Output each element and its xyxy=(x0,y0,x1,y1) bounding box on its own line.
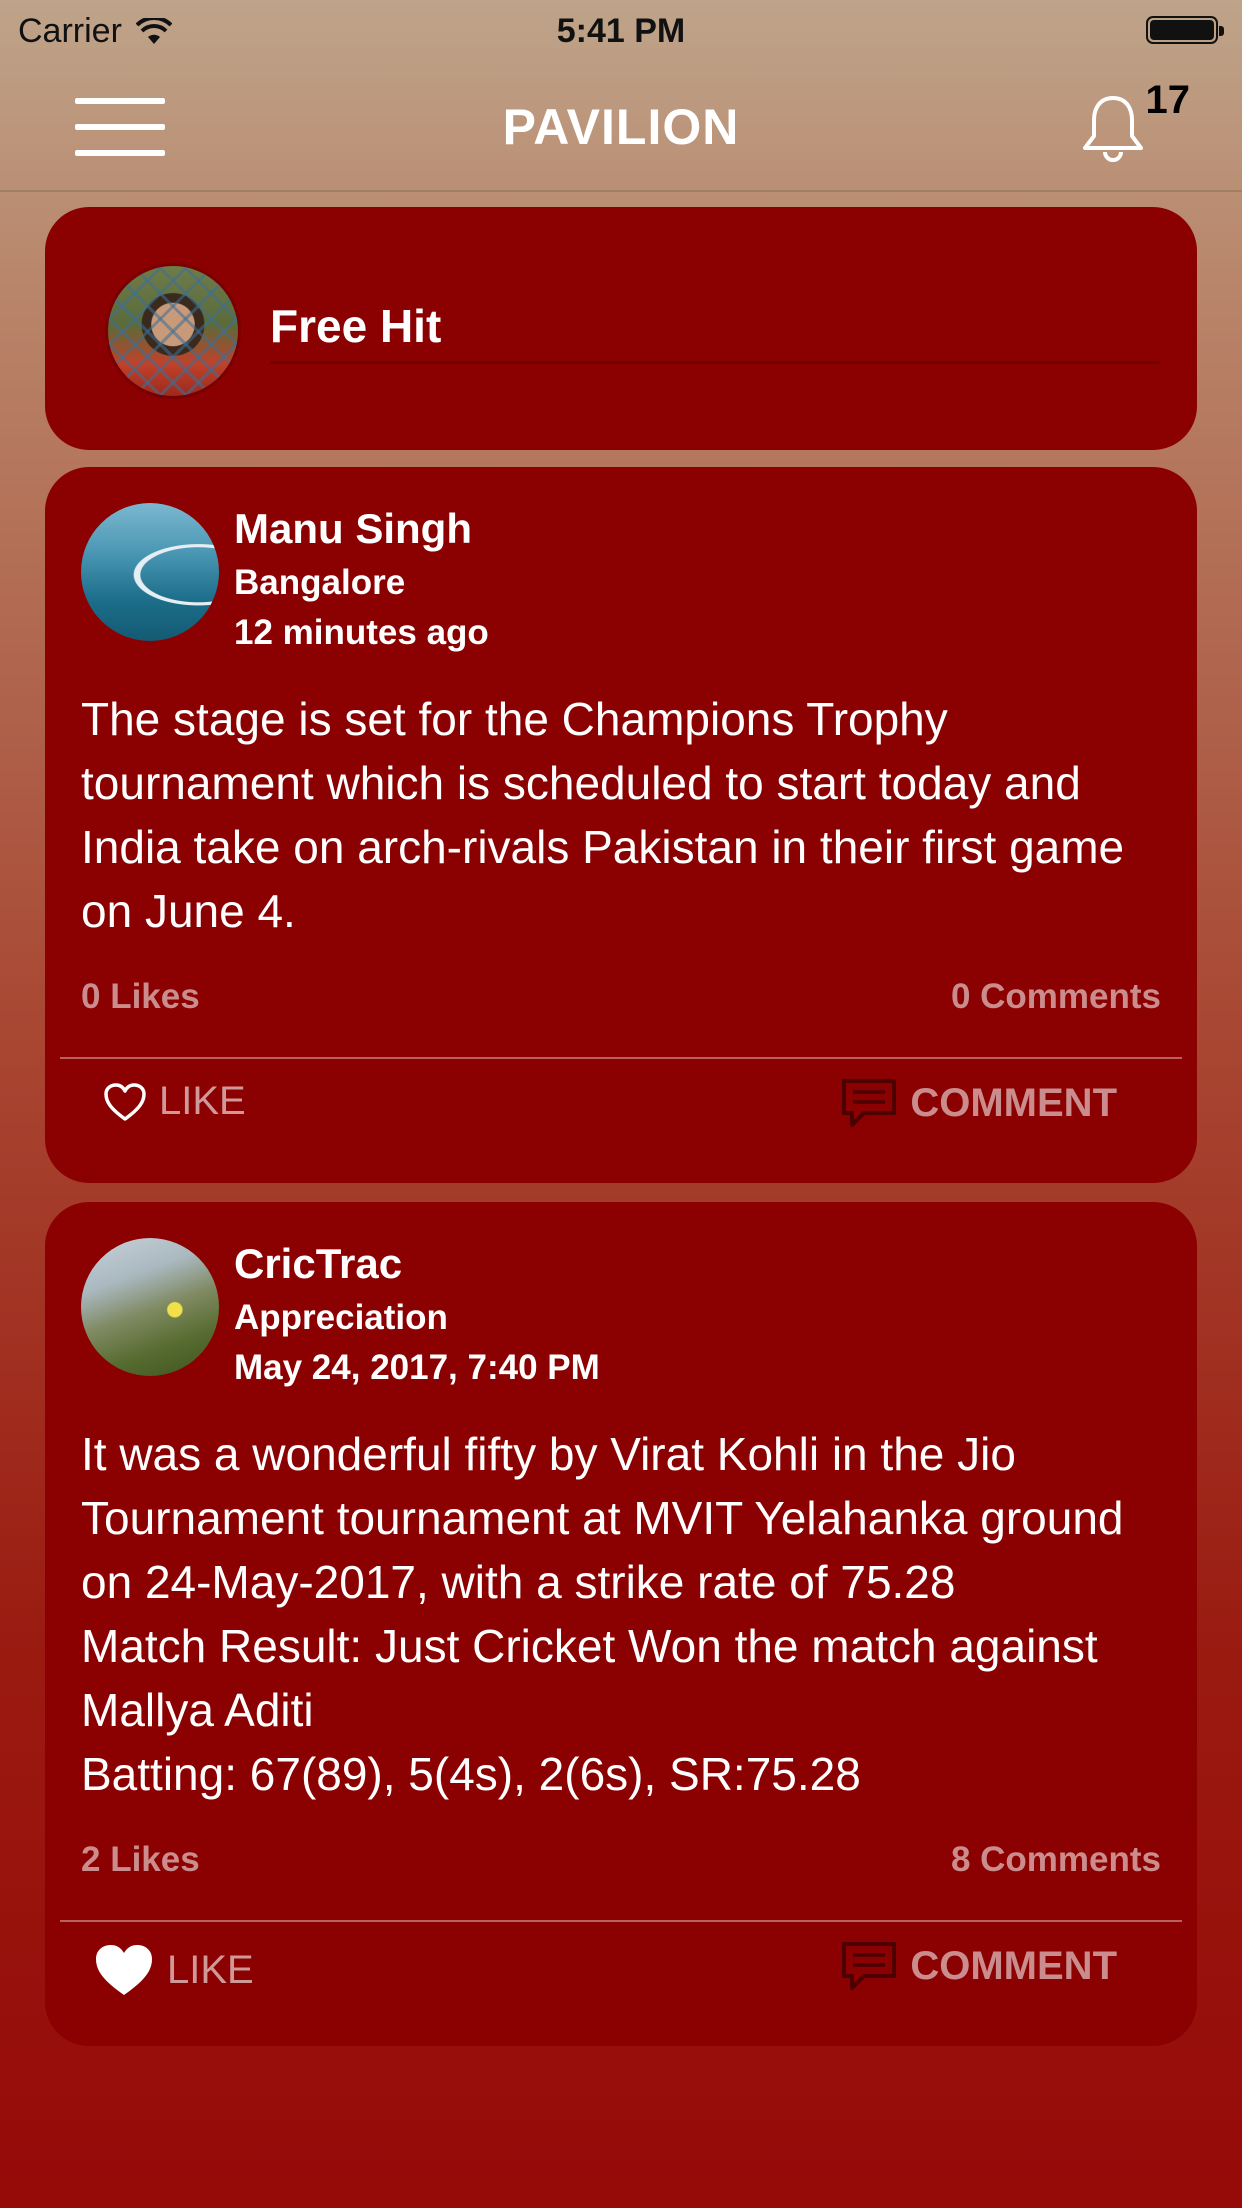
post-body: It was a wonderful fifty by Virat Kohli … xyxy=(81,1428,1124,1800)
like-button[interactable]: LIKE xyxy=(93,1942,254,1998)
compose-input[interactable]: Free Hit xyxy=(270,299,1160,364)
compose-card: Free Hit xyxy=(45,207,1197,450)
like-label: LIKE xyxy=(159,1079,246,1123)
comment-label: COMMENT xyxy=(910,1080,1117,1125)
post-body: The stage is set for the Champions Troph… xyxy=(81,693,1125,937)
post-author[interactable]: CricTrac xyxy=(234,1240,402,1288)
post-category: Appreciation xyxy=(234,1298,448,1337)
post-timestamp: May 24, 2017, 7:40 PM xyxy=(234,1348,600,1387)
post-timestamp: 12 minutes ago xyxy=(234,613,489,652)
comment-icon xyxy=(842,1942,897,1990)
comment-button[interactable]: COMMENT xyxy=(840,1077,1117,1129)
status-bar: Carrier 5:41 PM xyxy=(0,0,1242,62)
heart-filled-icon xyxy=(96,1945,152,1995)
nav-bar: PAVILION 17 xyxy=(0,62,1242,192)
page-title: PAVILION xyxy=(502,99,740,155)
comment-label: COMMENT xyxy=(910,1943,1117,1988)
avatar[interactable] xyxy=(81,503,219,641)
like-button[interactable]: LIKE xyxy=(103,1079,246,1124)
notification-count-badge: 17 xyxy=(1145,78,1191,122)
avatar xyxy=(105,263,241,399)
post-card: CricTrac Appreciation May 24, 2017, 7:40… xyxy=(45,1202,1197,2046)
avatar[interactable] xyxy=(81,1238,219,1376)
notifications-button[interactable]: 17 xyxy=(1080,78,1190,178)
post-location: Bangalore xyxy=(234,563,406,602)
post-divider xyxy=(60,1057,1182,1059)
battery-icon xyxy=(1146,16,1224,44)
status-time: 5:41 PM xyxy=(556,12,686,50)
likes-count[interactable]: 0 Likes xyxy=(81,977,200,1017)
comment-button[interactable]: COMMENT xyxy=(840,1940,1117,1992)
comments-count[interactable]: 8 Comments xyxy=(951,1840,1161,1880)
bell-icon xyxy=(1083,96,1143,162)
heart-outline-icon xyxy=(104,1082,146,1121)
post-author[interactable]: Manu Singh xyxy=(234,505,472,553)
post-card: Manu Singh Bangalore 12 minutes ago The … xyxy=(45,467,1197,1183)
likes-count[interactable]: 2 Likes xyxy=(81,1840,200,1880)
comments-count[interactable]: 0 Comments xyxy=(951,977,1161,1017)
like-label: LIKE xyxy=(167,1947,254,1992)
post-divider xyxy=(60,1920,1182,1922)
comment-icon xyxy=(842,1079,897,1127)
